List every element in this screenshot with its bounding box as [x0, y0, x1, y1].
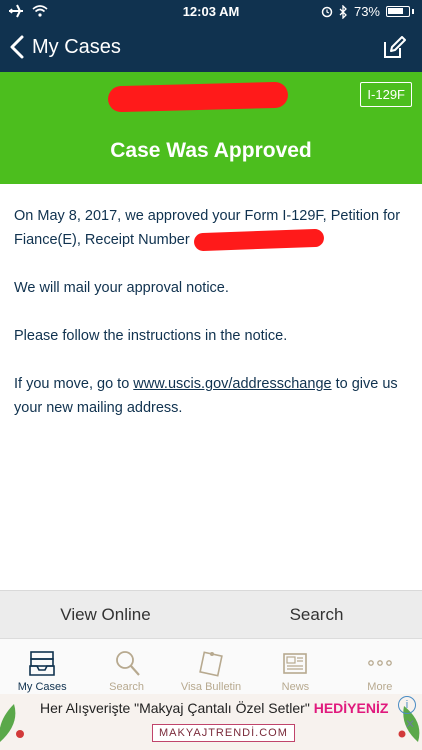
tab-my-cases[interactable]: My Cases: [0, 639, 84, 695]
tab-label: Visa Bulletin: [180, 681, 242, 693]
search-button[interactable]: Search: [211, 605, 422, 625]
address-change-link[interactable]: www.uscis.gov/addresschange: [133, 376, 331, 392]
tab-label: News: [281, 681, 310, 693]
address-text-before: If you move, go to: [14, 376, 134, 392]
ad-banner[interactable]: Her Alışverişte "Makyaj Çantalı Özel Set…: [0, 694, 422, 750]
address-change-paragraph: If you move, go to www.uscis.gov/address…: [14, 372, 410, 420]
chevron-left-icon: [10, 35, 24, 59]
battery-icon: [386, 6, 410, 17]
tab-label: More: [367, 681, 393, 693]
newspaper-icon: [283, 653, 308, 674]
form-type-badge: I-129F: [360, 82, 412, 107]
tab-label: Search: [109, 681, 145, 693]
instructions-paragraph: Please follow the instructions in the no…: [14, 328, 288, 344]
status-bar: 12:03 AM 73%: [0, 0, 422, 24]
more-dots-icon: [367, 660, 392, 666]
tab-bar: My Cases Search Visa Bulletin News More: [0, 638, 422, 695]
ad-close-icon[interactable]: ✕: [402, 716, 418, 732]
bluetooth-icon: [339, 4, 347, 19]
tab-news[interactable]: News: [253, 639, 337, 695]
back-button[interactable]: My Cases: [8, 33, 121, 61]
receipt-number-redaction: [193, 228, 324, 252]
ad-info-icon[interactable]: i: [398, 696, 416, 714]
ad-headline-highlight: HEDİYENİZ: [313, 700, 389, 716]
mail-notice-paragraph: We will mail your approval notice.: [14, 280, 229, 296]
leaf-decoration-icon: [0, 704, 24, 742]
magnifier-icon: [115, 651, 140, 676]
action-bar: View Online Search: [0, 590, 422, 639]
ad-brand-logo: MAKYAJTRENDİ.COM: [152, 724, 295, 742]
redaction-mark: [107, 81, 289, 113]
ad-headline: Her Alışverişte "Makyaj Çantalı Özel Set…: [40, 700, 388, 716]
tab-visa-bulletin[interactable]: Visa Bulletin: [169, 639, 253, 695]
nav-bar: My Cases: [0, 24, 422, 72]
back-button-label: My Cases: [32, 35, 121, 58]
note-pin-icon: [199, 651, 223, 677]
case-details: On May 8, 2017, we approved your Form I-…: [14, 204, 410, 444]
view-online-button[interactable]: View Online: [0, 605, 211, 625]
ad-headline-text: Her Alışverişte "Makyaj Çantalı Özel Set…: [40, 700, 314, 716]
tab-search[interactable]: Search: [84, 639, 168, 695]
tab-label: My Cases: [17, 681, 67, 693]
case-status-title: Case Was Approved: [110, 139, 312, 162]
case-status-header: I-129F Case Was Approved: [0, 72, 422, 184]
tab-more[interactable]: More: [338, 639, 422, 695]
battery-percent: 73%: [353, 4, 380, 19]
battery-tip: [412, 9, 414, 14]
alarm-icon: [321, 6, 333, 17]
case-approval-paragraph: On May 8, 2017, we approved your Form I-…: [14, 204, 410, 252]
edit-icon[interactable]: [382, 36, 406, 60]
inbox-tray-icon: [29, 651, 56, 676]
